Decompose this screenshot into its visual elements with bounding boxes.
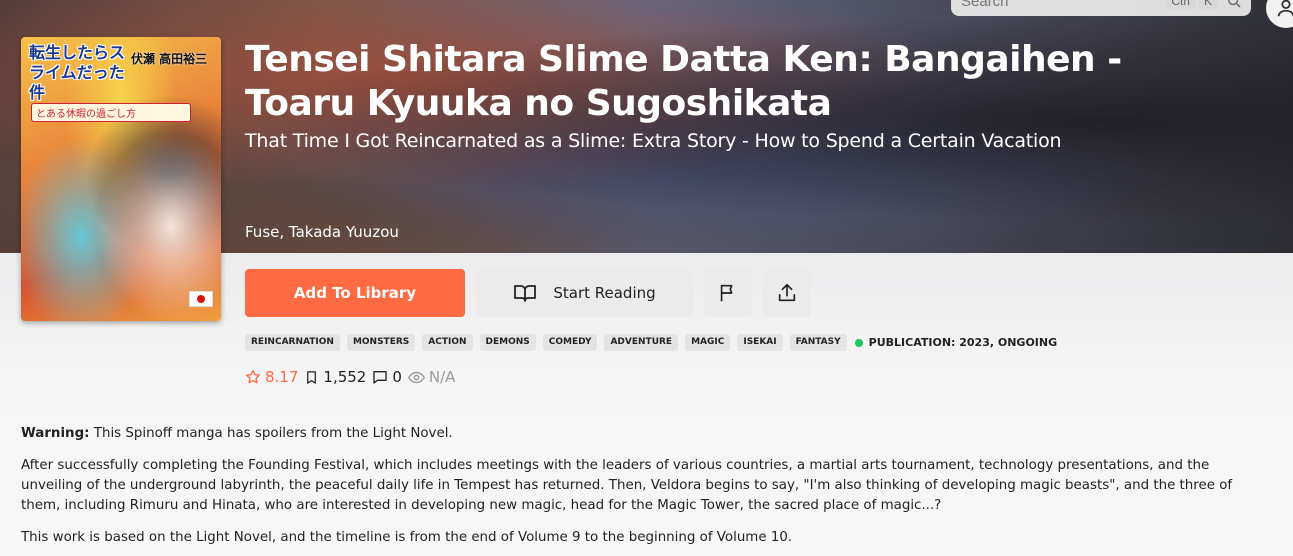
flag-icon bbox=[720, 284, 733, 302]
star-icon bbox=[246, 370, 260, 384]
tag-list: REINCARNATION MONSTERS ACTION DEMONS COM… bbox=[245, 334, 1057, 351]
alternative-title: That Time I Got Reincarnated as a Slime:… bbox=[245, 130, 1062, 152]
tag-demons[interactable]: DEMONS bbox=[479, 334, 536, 351]
comment-icon bbox=[373, 371, 388, 384]
report-button[interactable] bbox=[704, 269, 752, 317]
shortcut-key-k: K bbox=[1198, 0, 1217, 10]
tag-magic[interactable]: MAGIC bbox=[685, 334, 731, 351]
cover-image[interactable]: 転生したらスライムだった件 伏瀬 高田裕三 とある休暇の過ごし方 bbox=[21, 37, 221, 321]
tag-monsters[interactable]: MONSTERS bbox=[346, 334, 416, 351]
tag-fantasy[interactable]: FANTASY bbox=[789, 334, 847, 351]
authors-link[interactable]: Fuse, Takada Yuuzou bbox=[245, 223, 399, 241]
japan-flag-icon bbox=[189, 291, 213, 307]
start-reading-button[interactable]: Start Reading bbox=[476, 269, 693, 317]
shortcut-key-ctrl: Ctrl bbox=[1166, 0, 1195, 10]
tag-reincarnation[interactable]: REINCARNATION bbox=[245, 334, 340, 351]
eye-icon bbox=[407, 371, 425, 383]
follows-value: 1,552 bbox=[323, 368, 367, 386]
cover-title-text: 転生したらスライムだった件 bbox=[29, 43, 126, 102]
status-dot-icon bbox=[854, 338, 863, 347]
cover-authors-text: 伏瀬 高田裕三 bbox=[131, 52, 208, 66]
cover-subtitle-text: とある休暇の過ごし方 bbox=[31, 103, 191, 122]
action-bar: Add To Library Start Reading bbox=[245, 269, 811, 317]
publication-text: PUBLICATION: 2023, ONGOING bbox=[868, 336, 1058, 349]
tag-comedy[interactable]: COMEDY bbox=[542, 334, 598, 351]
rating-stat[interactable]: 8.17 bbox=[245, 368, 298, 386]
tag-action[interactable]: ACTION bbox=[422, 334, 473, 351]
tag-isekai[interactable]: ISEKAI bbox=[737, 334, 783, 351]
warning-label: Warning: bbox=[21, 426, 90, 441]
book-open-icon bbox=[514, 285, 537, 302]
follows-stat: 1,552 bbox=[304, 368, 366, 386]
search-input[interactable]: Search Ctrl K bbox=[951, 0, 1251, 16]
synopsis-paragraph: After successfully completing the Foundi… bbox=[21, 458, 1233, 513]
publication-status: PUBLICATION: 2023, ONGOING bbox=[854, 336, 1058, 349]
upload-icon bbox=[778, 283, 796, 302]
views-value: N/A bbox=[428, 368, 456, 386]
search-placeholder: Search bbox=[961, 0, 1009, 10]
stats-row: 8.17 1,552 0 N/A bbox=[245, 368, 455, 386]
share-button[interactable] bbox=[763, 269, 811, 317]
add-to-library-button[interactable]: Add To Library bbox=[245, 269, 465, 317]
user-icon bbox=[1277, 0, 1293, 17]
source-paragraph: This work is based on the Light Novel, a… bbox=[21, 530, 793, 545]
comments-stat[interactable]: 0 bbox=[372, 368, 402, 386]
bookmark-icon bbox=[307, 370, 317, 384]
comments-value: 0 bbox=[392, 368, 402, 386]
description: Warning: This Spinoff manga has spoilers… bbox=[21, 424, 1273, 556]
rating-value: 8.17 bbox=[265, 368, 299, 386]
warning-paragraph: Warning: This Spinoff manga has spoilers… bbox=[21, 424, 1273, 444]
start-reading-label: Start Reading bbox=[553, 284, 656, 302]
search-icon[interactable] bbox=[1227, 0, 1241, 8]
warning-text: This Spinoff manga has spoilers from the… bbox=[89, 426, 453, 441]
tag-adventure[interactable]: ADVENTURE bbox=[604, 334, 679, 351]
page-title: Tensei Shitara Slime Datta Ken: Bangaihe… bbox=[245, 39, 1122, 124]
views-stat: N/A bbox=[407, 368, 456, 386]
